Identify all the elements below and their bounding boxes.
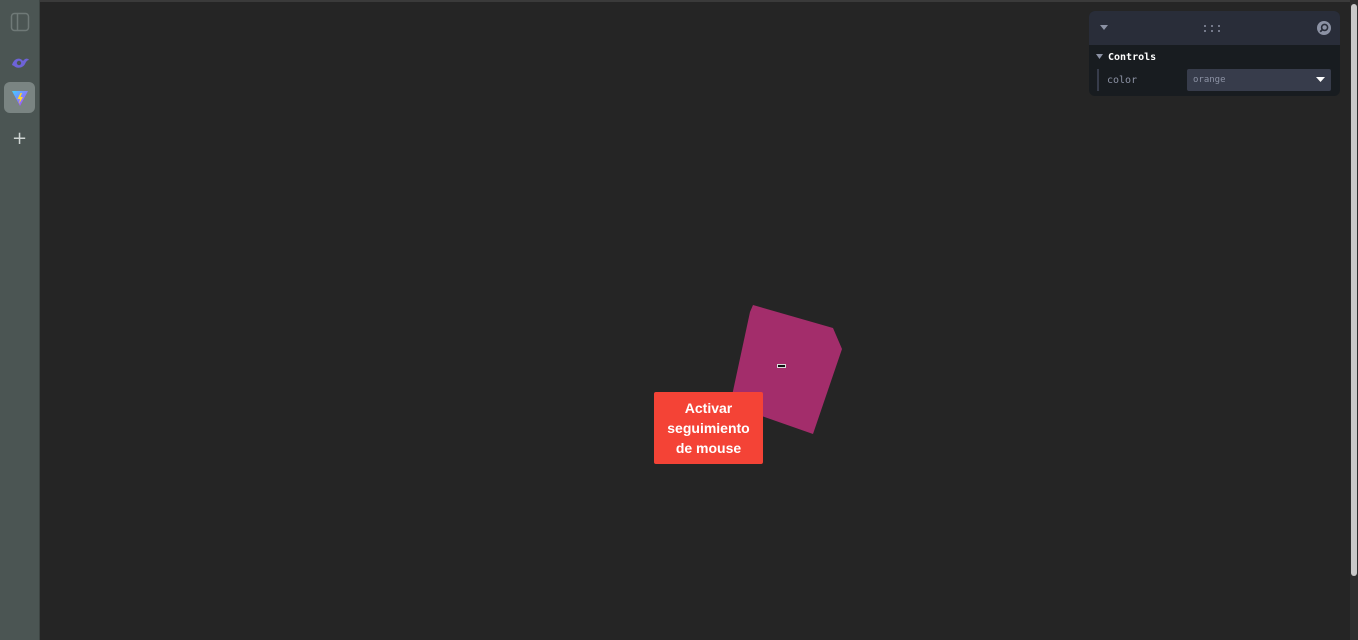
scene-canvas[interactable] — [40, 2, 1350, 640]
collapse-chevron-icon[interactable] — [1099, 24, 1109, 32]
bird-app-button[interactable] — [4, 47, 35, 78]
sidebar: + — [0, 0, 40, 640]
plus-icon: + — [11, 127, 28, 149]
color-label: color — [1107, 74, 1138, 86]
drag-handle-icon[interactable] — [1204, 24, 1221, 32]
folder-chevron-icon — [1096, 54, 1103, 59]
color-select[interactable]: orange — [1187, 69, 1331, 91]
color-select-value: orange — [1193, 75, 1226, 85]
enable-mouse-tracking-button[interactable]: Activar seguimiento de mouse — [654, 392, 763, 464]
add-button[interactable]: + — [4, 123, 35, 154]
scrollbar-thumb[interactable] — [1351, 4, 1357, 576]
panel-titlebar[interactable] — [1089, 11, 1340, 45]
search-icon[interactable] — [1316, 20, 1332, 36]
color-control-row: color orange — [1097, 69, 1332, 91]
vite-logo-icon — [11, 90, 28, 106]
folder-title: Controls — [1108, 51, 1157, 63]
controls-folder-header[interactable]: Controls — [1089, 45, 1340, 69]
chevron-down-icon — [1316, 77, 1325, 82]
controls-panel: Controls color orange — [1089, 11, 1340, 96]
mouse-target-marker — [777, 364, 786, 368]
vite-app-button[interactable] — [4, 82, 35, 113]
bird-logo-icon — [11, 58, 29, 68]
page-scrollbar[interactable] — [1350, 0, 1358, 640]
panel-toggle-button[interactable] — [4, 6, 35, 37]
panel-toggle-icon — [10, 12, 29, 31]
